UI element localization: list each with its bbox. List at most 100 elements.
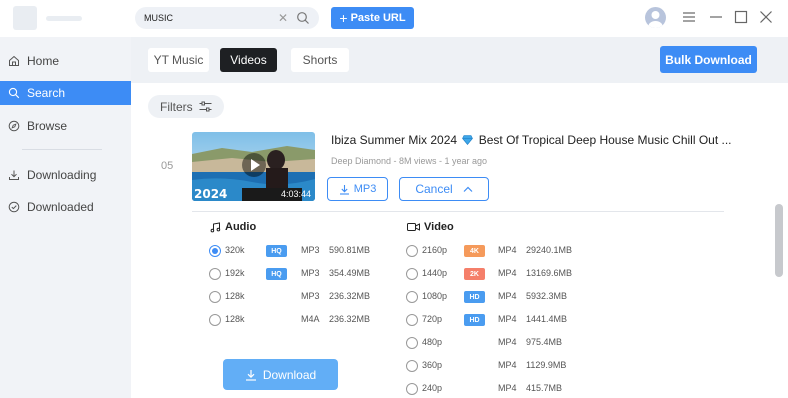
radio-button[interactable]	[406, 360, 418, 372]
radio-button[interactable]	[209, 314, 221, 326]
radio-button[interactable]	[406, 337, 418, 349]
sidebar-item-label: Downloading	[27, 168, 97, 182]
video-option-row[interactable]: 360p MP4 1129.9MB	[406, 359, 596, 373]
tab-videos[interactable]: Videos	[220, 48, 277, 72]
option-format: MP3	[301, 245, 320, 255]
option-quality: 192k	[225, 268, 245, 278]
sidebar-divider	[22, 149, 102, 150]
video-meta: Deep Diamond - 8M views - 1 year ago	[331, 156, 488, 166]
audio-heading-label: Audio	[225, 221, 257, 233]
radio-button[interactable]	[209, 291, 221, 303]
radio-button[interactable]	[406, 383, 418, 395]
audio-option-row[interactable]: 192k HQ MP3 354.49MB	[209, 267, 389, 281]
minimize-icon[interactable]	[709, 10, 723, 24]
bulk-download-button[interactable]: Bulk Download	[660, 46, 757, 73]
cancel-button[interactable]: Cancel	[399, 177, 489, 201]
menu-icon[interactable]	[682, 10, 696, 24]
sidebar-item-home[interactable]: Home	[0, 49, 131, 73]
search-input[interactable]	[144, 10, 269, 26]
option-size: 236.32MB	[329, 314, 371, 324]
main-panel: YT Music Videos Shorts Bulk Download Fil…	[131, 37, 788, 398]
quality-badge: HQ	[266, 245, 287, 257]
result-index: 05	[161, 160, 174, 172]
filters-button[interactable]: Filters	[148, 95, 224, 118]
home-icon	[9, 55, 19, 66]
option-format: MP4	[498, 291, 517, 301]
radio-button[interactable]	[406, 314, 418, 326]
video-duration: 4:03:44	[280, 189, 311, 199]
filters-label: Filters	[160, 99, 193, 114]
video-heading: Video	[407, 221, 454, 233]
paste-url-button[interactable]: + Paste URL	[331, 7, 414, 29]
option-quality: 128k	[225, 314, 245, 324]
video-option-row[interactable]: 2160p 4K MP4 29240.1MB	[406, 244, 596, 258]
scrollbar-thumb[interactable]	[775, 204, 783, 277]
video-option-row[interactable]: 720p HD MP4 1441.4MB	[406, 313, 596, 327]
music-note-icon	[210, 221, 221, 232]
check-circle-icon	[8, 201, 20, 213]
audio-option-row[interactable]: 320k HQ MP3 590.81MB	[209, 244, 389, 258]
video-heading-label: Video	[424, 221, 454, 233]
audio-heading: Audio	[210, 221, 256, 233]
tab-yt-music[interactable]: YT Music	[148, 48, 209, 72]
chevron-up-icon	[463, 186, 473, 192]
sidebar-item-browse[interactable]: Browse	[0, 114, 131, 138]
option-size: 415.7MB	[526, 383, 563, 393]
close-icon[interactable]	[759, 10, 773, 24]
paste-url-label: Paste URL	[350, 12, 406, 24]
download-icon	[245, 369, 256, 381]
video-thumbnail[interactable]: 2024 4:03:44	[192, 132, 315, 201]
option-quality: 360p	[422, 360, 443, 370]
video-option-row[interactable]: 240p MP4 415.7MB	[406, 382, 596, 396]
option-format: MP4	[498, 360, 517, 370]
option-quality: 1440p	[422, 268, 448, 278]
option-size: 13169.6MB	[526, 268, 573, 278]
option-size: 236.32MB	[329, 291, 371, 301]
radio-button[interactable]	[406, 291, 418, 303]
quality-badge: HD	[464, 291, 485, 303]
option-size: 1441.4MB	[526, 314, 568, 324]
video-title-part2: Best Of Tropical Deep House Music Chill …	[478, 133, 732, 147]
sidebar-item-label: Home	[27, 54, 60, 68]
clear-search-icon[interactable]: ✕	[278, 10, 288, 26]
option-size: 975.4MB	[526, 337, 563, 347]
video-option-row[interactable]: 1080p HD MP4 5932.3MB	[406, 290, 596, 304]
radio-button[interactable]	[406, 245, 418, 257]
format-mp3-button[interactable]: MP3	[327, 177, 388, 201]
option-format: MP4	[498, 245, 517, 255]
quality-badge: HD	[464, 314, 485, 326]
audio-option-row[interactable]: 128k MP3 236.32MB	[209, 290, 389, 304]
sidebar-item-search[interactable]: Search	[0, 81, 131, 105]
download-icon	[9, 170, 19, 180]
radio-button[interactable]	[209, 268, 221, 280]
diamond-icon	[462, 135, 474, 145]
sidebar-item-downloaded[interactable]: Downloaded	[0, 195, 131, 219]
video-option-row[interactable]: 1440p 2K MP4 13169.6MB	[406, 267, 596, 281]
user-icon	[648, 11, 663, 28]
option-quality: 240p	[422, 383, 443, 393]
sidebar-item-downloading[interactable]: Downloading	[0, 163, 131, 187]
option-format: MP3	[301, 268, 320, 278]
title-bar: ✕ + Paste URL	[0, 0, 788, 37]
radio-button[interactable]	[209, 245, 221, 257]
tab-shorts[interactable]: Shorts	[291, 48, 349, 72]
option-size: 29240.1MB	[526, 245, 573, 255]
plus-icon: +	[339, 10, 348, 26]
search-icon	[8, 87, 20, 99]
option-quality: 480p	[422, 337, 443, 347]
radio-button[interactable]	[406, 268, 418, 280]
option-size: 1129.9MB	[526, 360, 567, 370]
audio-option-row[interactable]: 128k M4A 236.32MB	[209, 313, 389, 327]
search-icon[interactable]	[296, 11, 310, 25]
sidebar-item-label: Search	[27, 86, 66, 100]
video-title: Ibiza Summer Mix 2024 Best Of Tropical D…	[331, 133, 732, 147]
maximize-icon[interactable]	[734, 10, 748, 24]
option-format: M4A	[301, 314, 320, 324]
app-logo	[13, 6, 37, 30]
download-button[interactable]: Download	[223, 359, 338, 390]
video-option-row[interactable]: 480p MP4 975.4MB	[406, 336, 596, 350]
option-size: 354.49MB	[329, 268, 371, 278]
option-quality: 128k	[225, 291, 245, 301]
option-quality: 320k	[225, 245, 245, 255]
avatar[interactable]	[645, 7, 666, 28]
